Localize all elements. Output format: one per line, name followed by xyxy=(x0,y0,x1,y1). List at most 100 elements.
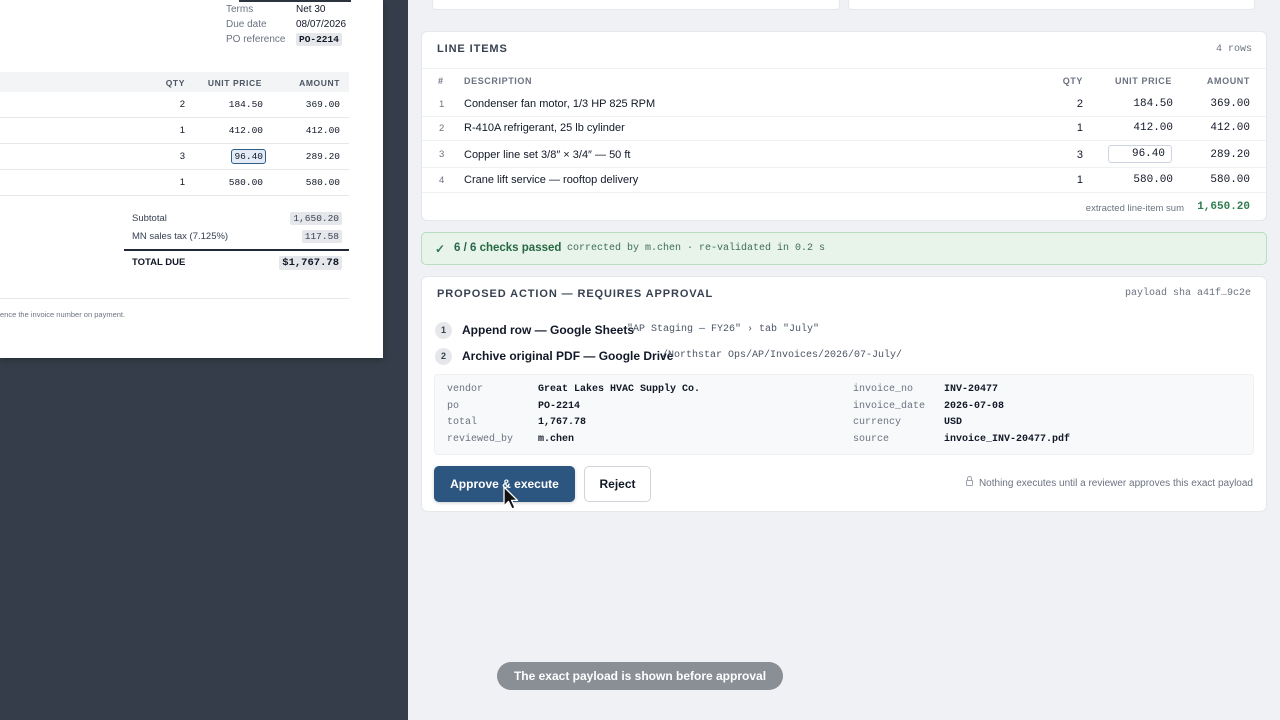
checks-note: corrected by m.chen · re-validated in 0.… xyxy=(567,243,826,254)
row-unit-price-highlight: 96.40 xyxy=(231,149,266,164)
payload-value: 1,767.78 xyxy=(538,417,587,428)
row-qty: 2 xyxy=(1076,98,1083,110)
payload-value: PO-2214 xyxy=(538,401,581,412)
row-unit-price: 580.00 xyxy=(228,177,263,188)
row-qty: 1 xyxy=(1076,122,1083,134)
toast-caption: The exact payload is shown before approv… xyxy=(497,662,783,690)
row-amount: 289.20 xyxy=(305,151,340,162)
payload-value: Great Lakes HVAC Supply Co. xyxy=(538,384,701,395)
rows-count: 4 rows xyxy=(1215,44,1252,55)
row-amount: 369.00 xyxy=(305,99,340,110)
document-footer: ence the invoice number on payment. xyxy=(0,310,126,319)
tax-label: MN sales tax (7.125%) xyxy=(132,231,229,242)
row-number: 1 xyxy=(439,99,445,110)
payload-value: 2026-07-08 xyxy=(944,401,1005,412)
row-unit-price: 184.50 xyxy=(228,99,263,110)
approval-notice-text: Nothing executes until a reviewer approv… xyxy=(978,478,1253,489)
document-row: 2 184.50 369.00 xyxy=(0,92,349,118)
subtotal-value: 1,650.20 xyxy=(290,212,342,225)
row-unit-price: 184.50 xyxy=(1133,98,1173,110)
payload-key: total xyxy=(447,417,478,428)
row-amount: 369.00 xyxy=(1210,98,1250,110)
payload-value: m.chen xyxy=(538,434,575,445)
header-amount: AMOUNT xyxy=(1206,76,1250,86)
row-qty: 3 xyxy=(1076,149,1083,161)
payload-value: USD xyxy=(944,417,963,428)
row-unit-price: 412.00 xyxy=(228,125,263,136)
step-detail: "AP Staging — FY26" › tab "July" xyxy=(627,324,820,335)
payload-key: source xyxy=(853,434,890,445)
table-row[interactable]: 2 R-410A refrigerant, 25 lb cylinder 1 4… xyxy=(422,115,1266,141)
total-label: TOTAL DUE xyxy=(132,257,186,268)
step-number: 2 xyxy=(435,348,452,365)
payload-key: invoice_date xyxy=(853,401,926,412)
payload-sha: payload sha a41f…9c2e xyxy=(1124,288,1251,299)
row-amount: 580.00 xyxy=(1210,174,1250,186)
total-value: $1,767.78 xyxy=(279,256,342,270)
previous-field-card xyxy=(848,0,1255,10)
line-items-card: LINE ITEMS 4 rows # DESCRIPTION QTY UNIT… xyxy=(421,31,1267,221)
row-unit-price: 412.00 xyxy=(1133,122,1173,134)
line-item-sum-value: 1,650.20 xyxy=(1197,201,1250,213)
document-row: 1 412.00 412.00 xyxy=(0,118,349,144)
payload-key: invoice_no xyxy=(853,384,914,395)
row-number: 4 xyxy=(439,175,445,186)
row-amount: 289.20 xyxy=(1210,149,1250,161)
document-table-header: QTY UNIT PRICE AMOUNT xyxy=(0,72,349,92)
previous-field-card xyxy=(432,0,840,10)
payload-key: vendor xyxy=(447,384,484,395)
header-num: # xyxy=(438,76,444,86)
step-detail: /Northstar Ops/AP/Invoices/2026/07-July/ xyxy=(662,350,903,361)
payload-value: invoice_INV-20477.pdf xyxy=(944,434,1071,445)
step-label: Archive original PDF — Google Drive xyxy=(462,349,674,363)
row-qty: 2 xyxy=(179,99,185,110)
row-qty: 1 xyxy=(179,125,185,136)
row-unit-price: 580.00 xyxy=(1133,174,1173,186)
reject-button[interactable]: Reject xyxy=(584,466,651,502)
meta-value: 08/07/2026 xyxy=(296,19,347,30)
row-qty: 3 xyxy=(179,151,185,162)
line-item-sum-label: extracted line-item sum xyxy=(1085,203,1184,214)
approval-notice: Nothing executes until a reviewer approv… xyxy=(965,476,1253,489)
header-unit-price: UNIT PRICE xyxy=(207,78,262,88)
lock-icon xyxy=(965,476,973,486)
meta-label: Due date xyxy=(226,19,267,30)
tax-value: 117.58 xyxy=(301,230,342,243)
header-qty: QTY xyxy=(165,78,185,88)
payload-value: INV-20477 xyxy=(944,384,999,395)
row-description: Crane lift service — rooftop delivery xyxy=(464,174,639,186)
payload-key: reviewed_by xyxy=(447,434,514,445)
line-items-title: LINE ITEMS xyxy=(437,43,508,55)
table-row[interactable]: 1 Condenser fan motor, 1/3 HP 825 RPM 2 … xyxy=(422,91,1266,117)
proposed-action-card: PROPOSED ACTION — REQUIRES APPROVAL payl… xyxy=(421,276,1267,512)
check-icon: ✓ xyxy=(435,242,446,256)
row-number: 2 xyxy=(439,123,445,134)
payload-key: po xyxy=(447,401,460,412)
row-qty: 1 xyxy=(1076,174,1083,186)
subtotal-label: Subtotal xyxy=(132,213,167,224)
row-qty: 1 xyxy=(179,177,185,188)
meta-value: PO-2214 xyxy=(296,33,342,46)
table-row[interactable]: 4 Crane lift service — rooftop delivery … xyxy=(422,167,1266,193)
row-amount: 412.00 xyxy=(305,125,340,136)
meta-label: PO reference xyxy=(226,34,286,45)
checks-banner: ✓ 6 / 6 checks passed corrected by m.che… xyxy=(421,232,1267,265)
step-number: 1 xyxy=(435,322,452,339)
header-description: DESCRIPTION xyxy=(464,76,533,86)
header-amount: AMOUNT xyxy=(299,78,340,88)
row-amount: 412.00 xyxy=(1210,122,1250,134)
document-row: 1 580.00 580.00 xyxy=(0,170,349,196)
header-qty: QTY xyxy=(1062,76,1083,86)
row-description: Copper line set 3/8″ × 3/4″ — 50 ft xyxy=(464,149,631,161)
meta-label: Terms xyxy=(226,4,254,15)
row-amount: 580.00 xyxy=(305,177,340,188)
unit-price-input[interactable]: 96.40 xyxy=(1108,145,1172,163)
table-row[interactable]: 3 Copper line set 3/8″ × 3/4″ — 50 ft 3 … xyxy=(422,140,1266,168)
payload-key: currency xyxy=(853,417,902,428)
payload-preview: vendor Great Lakes HVAC Supply Co. po PO… xyxy=(434,374,1254,455)
line-items-header: # DESCRIPTION QTY UNIT PRICE AMOUNT xyxy=(422,68,1266,92)
source-document-pane: Terms Net 30 Due date 08/07/2026 PO refe… xyxy=(0,0,408,720)
total-divider xyxy=(124,249,349,251)
proposed-action-title: PROPOSED ACTION — REQUIRES APPROVAL xyxy=(437,288,714,300)
invoice-document: Terms Net 30 Due date 08/07/2026 PO refe… xyxy=(0,0,383,358)
